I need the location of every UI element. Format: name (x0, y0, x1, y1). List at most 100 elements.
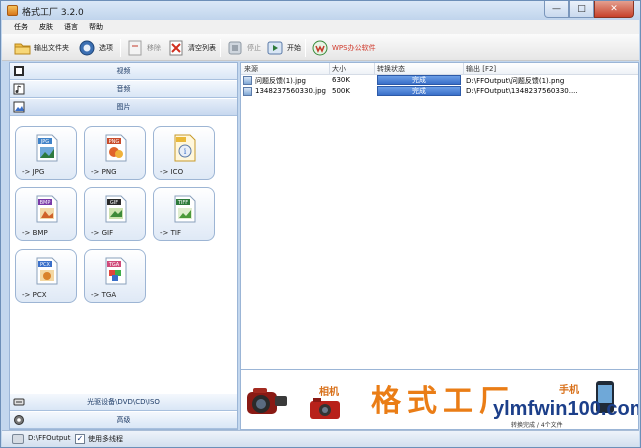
tile-label: -> PCX (22, 291, 47, 299)
menu-language[interactable]: 语言 (64, 20, 78, 34)
task-source: 1348237560330.jpg (255, 87, 326, 95)
folder-icon (13, 39, 31, 57)
multithread-label: 使用多线程 (88, 435, 123, 443)
task-row[interactable]: 1348237560330.jpg 500K 完成 D:\FFOutput\13… (241, 86, 638, 97)
toolbar: 输出文件夹 选项 移除 清空列表 停止 开始 WPS办公软件 (2, 34, 639, 61)
toolbar-separator (220, 39, 221, 57)
category-audio[interactable]: 音频 (10, 81, 237, 98)
task-size: 500K (332, 87, 350, 95)
wps-office-button[interactable]: WPS办公软件 (311, 37, 376, 58)
category-video-label: 视频 (116, 67, 131, 75)
watermark-subtext: 转换完成 / 4个文件 (511, 422, 563, 429)
options-button[interactable]: 选项 (78, 37, 113, 58)
title-bar[interactable]: 格式工厂 3.2.0 — □ ✕ (1, 1, 640, 20)
start-label: 开始 (287, 43, 301, 52)
camcorder-icon (247, 388, 287, 414)
task-output: D:\FFOutput\问题反馈(1).png (466, 77, 565, 85)
clear-list-button[interactable]: 清空列表 (167, 37, 216, 58)
stop-button[interactable]: 停止 (226, 37, 261, 58)
png-file-icon: PNG (104, 134, 128, 162)
column-divider[interactable] (463, 63, 464, 75)
task-list: 来源 大小 转换状态 输出 [F2] 问题反馈(1).jpg 630K 完成 D… (240, 62, 639, 370)
category-advanced[interactable]: 高级 (10, 412, 237, 429)
promo-banner[interactable]: 相机 格式工厂 手机 ylmfwin100.com 转换完成 / 4个文件 (240, 370, 639, 430)
task-size: 630K (332, 76, 350, 84)
start-icon (266, 39, 284, 57)
close-button[interactable]: ✕ (594, 1, 634, 18)
task-list-header: 来源 大小 转换状态 输出 [F2] (241, 63, 638, 75)
wps-logo-icon (311, 39, 329, 57)
convert-to-ico-tile[interactable]: i -> ICO (153, 126, 215, 180)
column-size[interactable]: 大小 (332, 64, 346, 74)
category-image[interactable]: 图片 (10, 99, 237, 116)
tile-label: -> JPG (22, 168, 45, 176)
task-row[interactable]: 问题反馈(1).jpg 630K 完成 D:\FFOutput\问题反馈(1).… (241, 75, 638, 86)
tile-label: -> TIF (160, 229, 181, 237)
convert-to-tif-tile[interactable]: TIFF -> TIF (153, 187, 215, 241)
category-video[interactable]: 视频 (10, 63, 237, 80)
menu-skin[interactable]: 皮肤 (39, 20, 53, 34)
task-output: D:\FFOutput\1348237560330.... (466, 87, 578, 95)
start-button[interactable]: 开始 (266, 37, 301, 58)
gif-file-icon: GIF (104, 195, 128, 223)
category-audio-label: 音频 (116, 85, 131, 93)
menu-help[interactable]: 帮助 (89, 20, 103, 34)
svg-text:PCX: PCX (40, 262, 51, 268)
convert-to-png-tile[interactable]: PNG -> PNG (84, 126, 146, 180)
column-source[interactable]: 来源 (244, 64, 258, 74)
convert-to-jpg-tile[interactable]: JPG -> JPG (15, 126, 77, 180)
app-window: 格式工厂 3.2.0 — □ ✕ 任务 皮肤 语言 帮助 输出文件夹 选项 移除… (0, 0, 641, 448)
clear-list-label: 清空列表 (188, 43, 216, 52)
toolbar-separator (305, 39, 306, 57)
svg-text:TGA: TGA (108, 262, 120, 268)
pcx-file-icon: PCX (35, 257, 59, 285)
output-folder-label: 输出文件夹 (34, 43, 69, 52)
minimize-button[interactable]: — (544, 1, 569, 18)
column-divider[interactable] (329, 63, 330, 75)
task-source: 问题反馈(1).jpg (255, 77, 306, 85)
options-label: 选项 (99, 43, 113, 52)
category-optical-drive[interactable]: 光驱设备\DVD\CD\ISO (10, 394, 237, 411)
multithread-checkbox[interactable]: ✓ (75, 434, 85, 444)
maximize-button[interactable]: □ (569, 1, 594, 18)
remove-button[interactable]: 移除 (126, 37, 161, 58)
toolbar-separator (120, 39, 121, 57)
menu-bar: 任务 皮肤 语言 帮助 (2, 20, 639, 34)
bmp-file-icon: BMP (35, 195, 59, 223)
category-panel: 视频 音频 图片 JPG -> JPG PNG -> PNG i -> ICO … (9, 62, 238, 430)
watermark: ylmfwin100.com (493, 398, 639, 420)
tile-label: -> GIF (91, 229, 114, 237)
banner-phone-label: 手机 (559, 385, 579, 396)
image-file-icon (243, 87, 252, 96)
convert-to-tga-tile[interactable]: TGA -> TGA (84, 249, 146, 303)
convert-to-gif-tile[interactable]: GIF -> GIF (84, 187, 146, 241)
ico-file-icon: i (173, 134, 197, 162)
task-status: 完成 (377, 75, 461, 85)
clear-list-icon (167, 39, 185, 57)
tile-label: -> BMP (22, 229, 48, 237)
convert-to-pcx-tile[interactable]: PCX -> PCX (15, 249, 77, 303)
menu-task[interactable]: 任务 (14, 20, 28, 34)
output-folder-button[interactable]: 输出文件夹 (13, 37, 69, 58)
window-controls: — □ ✕ (544, 1, 634, 18)
tile-label: -> PNG (91, 168, 117, 176)
window-title: 格式工厂 3.2.0 (22, 8, 84, 18)
category-image-label: 图片 (116, 103, 131, 111)
tile-label: -> TGA (91, 291, 117, 299)
tile-label: -> ICO (160, 168, 184, 176)
wps-label: WPS办公软件 (332, 43, 376, 52)
column-status[interactable]: 转换状态 (377, 64, 405, 74)
image-file-icon (243, 76, 252, 85)
convert-to-bmp-tile[interactable]: BMP -> BMP (15, 187, 77, 241)
column-output[interactable]: 输出 [F2] (466, 64, 496, 74)
output-drive-icon (12, 434, 24, 444)
output-path[interactable]: D:\FFOutput (28, 434, 70, 442)
category-advanced-label: 高级 (116, 416, 131, 424)
tga-file-icon: TGA (104, 257, 128, 285)
svg-text:BMP: BMP (40, 200, 51, 206)
stop-icon (226, 39, 244, 57)
column-divider[interactable] (374, 63, 375, 75)
task-status: 完成 (377, 86, 461, 96)
jpg-file-icon: JPG (35, 134, 59, 162)
svg-text:JPG: JPG (40, 139, 49, 145)
